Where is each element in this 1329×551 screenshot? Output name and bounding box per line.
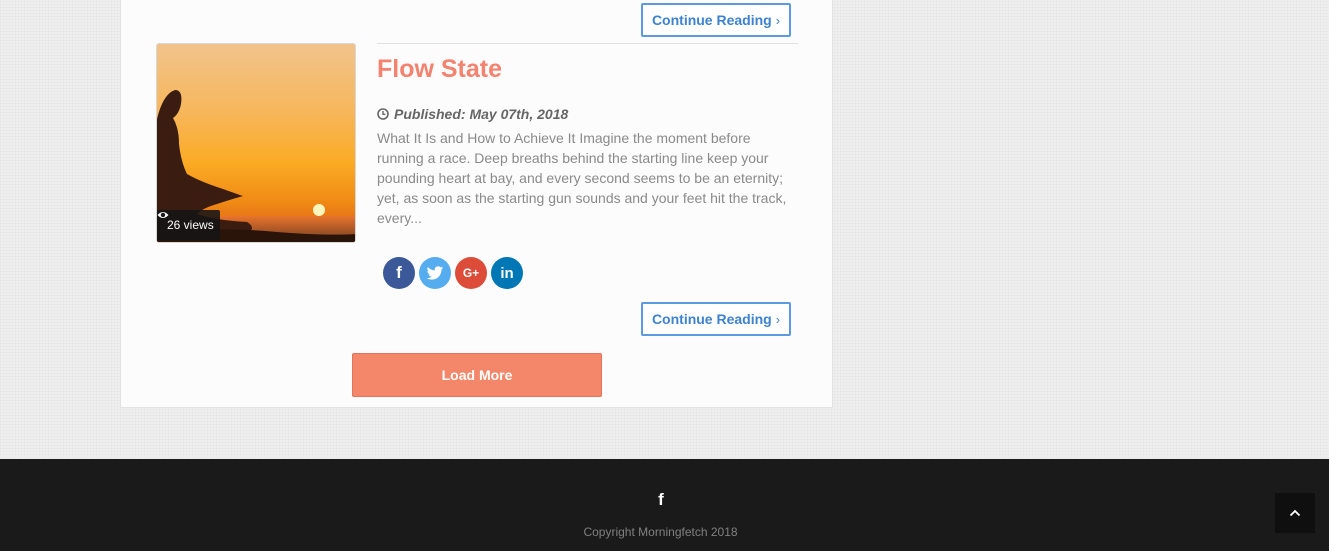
- twitter-share-icon[interactable]: [419, 257, 451, 289]
- views-badge: 26 views: [157, 210, 220, 240]
- chevron-right-icon: ›: [775, 311, 781, 327]
- published-text: Published: May 07th, 2018: [394, 106, 569, 122]
- facebook-share-icon[interactable]: f: [383, 257, 415, 289]
- post-list-card: Continue Reading › 26 views Flow State P…: [120, 0, 833, 408]
- continue-reading-button-previous[interactable]: Continue Reading ›: [641, 3, 791, 37]
- continue-reading-button[interactable]: Continue Reading ›: [641, 302, 791, 336]
- clock-icon: [377, 108, 389, 120]
- post-divider: [377, 43, 798, 44]
- chevron-up-icon: [1289, 509, 1301, 517]
- social-share-bar: f G+ in: [383, 257, 523, 289]
- published-date: Published: May 07th, 2018: [377, 106, 568, 122]
- continue-reading-label: Continue Reading: [651, 311, 772, 327]
- post-title[interactable]: Flow State: [377, 55, 502, 84]
- facebook-icon[interactable]: f: [654, 490, 668, 510]
- twitter-bird-icon: [426, 265, 444, 280]
- chevron-right-icon: ›: [775, 12, 781, 28]
- load-more-button[interactable]: Load More: [352, 353, 602, 397]
- scroll-to-top-button[interactable]: [1275, 493, 1315, 533]
- post-thumbnail[interactable]: 26 views: [156, 43, 356, 243]
- site-footer: f Copyright Morningfetch 2018: [0, 459, 1329, 551]
- post-excerpt: What It Is and How to Achieve It Imagine…: [377, 130, 787, 226]
- google-plus-share-icon[interactable]: G+: [455, 257, 487, 289]
- linkedin-share-icon[interactable]: in: [491, 257, 523, 289]
- continue-reading-label: Continue Reading: [651, 12, 772, 28]
- views-count: 26 views: [167, 218, 214, 232]
- eye-icon: [157, 212, 169, 218]
- copyright-text: Copyright Morningfetch 2018: [583, 525, 738, 539]
